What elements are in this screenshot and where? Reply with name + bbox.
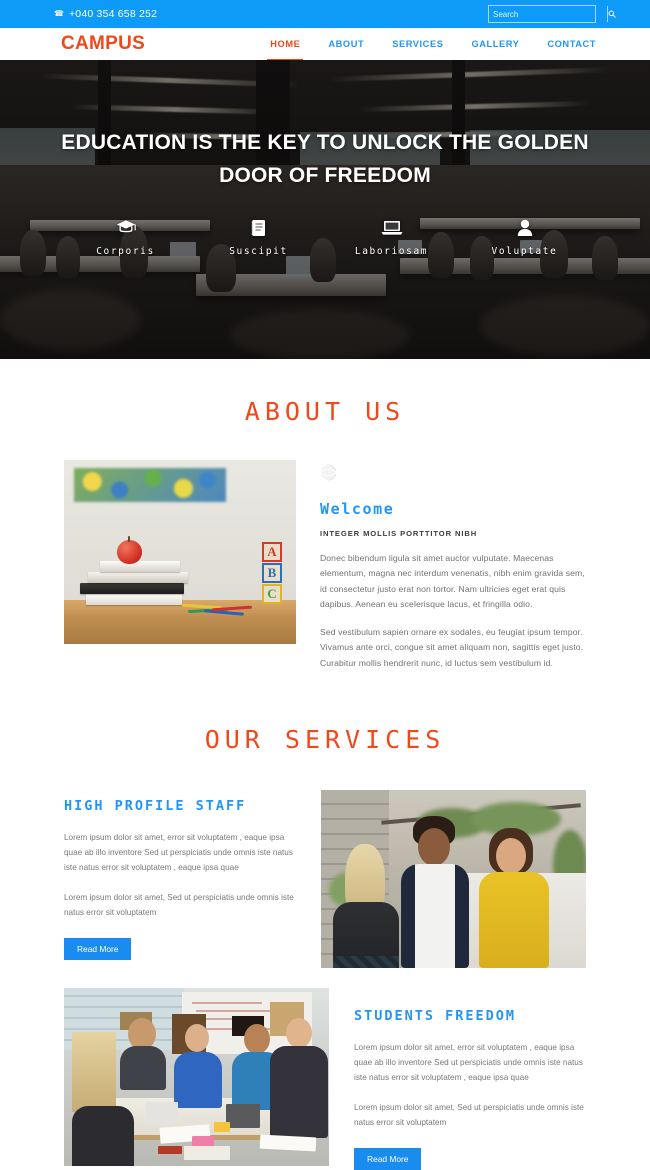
site-header: CAMPUS HOME ABOUT SERVICES GALLERY CONTA…: [0, 28, 650, 62]
abc-blocks: A B C: [262, 541, 282, 604]
hero-feature-label: Suscipit: [229, 246, 288, 258]
phone-icon: ☎: [54, 9, 64, 18]
hero-feature-voluptate[interactable]: Voluptate: [458, 219, 591, 257]
hero-feature-label: Laboriosam: [354, 246, 429, 258]
service-paragraph: Lorem ipsum dolor sit amet, error sit vo…: [354, 1043, 583, 1083]
hero-feature-label: Corporis: [96, 246, 155, 258]
service-paragraph: Lorem ipsum dolor sit amet, Sed ut persp…: [354, 1102, 584, 1127]
service-image: [64, 988, 329, 1167]
service-image: [321, 790, 586, 969]
hero-title: EDUCATION IS THE KEY TO UNLOCK THE GOLDE…: [61, 131, 589, 187]
nav-item-services[interactable]: SERVICES: [392, 28, 443, 60]
search-input[interactable]: [489, 6, 607, 22]
search-icon: [608, 10, 616, 18]
book-icon: [192, 219, 325, 239]
block-letter: B: [262, 563, 282, 583]
nav-item-home[interactable]: HOME: [267, 28, 304, 62]
about-section-title: ABOUT US: [244, 397, 406, 426]
hero-feature-label: Voluptate: [491, 246, 558, 258]
about-heading: Welcome: [320, 500, 395, 518]
about-paragraph: Sed vestibulum sapien ornare ex sodales,…: [320, 627, 584, 668]
hero-feature-list: Corporis Suscipit Laboriosam Voluptate: [0, 219, 650, 257]
nav-item-about[interactable]: ABOUT: [328, 28, 364, 60]
user-icon: [458, 219, 591, 239]
services-section: OUR SERVICES HIGH PROFILE STAFF Lorem ip…: [0, 671, 650, 1170]
phone-number: +040 354 658 252: [68, 8, 158, 20]
nav-item-contact[interactable]: CONTACT: [547, 28, 596, 60]
hero-banner: EDUCATION IS THE KEY TO UNLOCK THE GOLDE…: [0, 60, 650, 359]
read-more-button[interactable]: Read More: [64, 937, 132, 960]
apple-shape: [117, 536, 142, 564]
phone-contact: ☎ +040 354 658 252: [54, 8, 157, 20]
service-item-students-freedom: STUDENTS FREEDOM Lorem ipsum dolor sit a…: [0, 988, 650, 1170]
hero-feature-suscipit[interactable]: Suscipit: [192, 219, 325, 257]
search-button[interactable]: [607, 6, 616, 22]
read-more-button[interactable]: Read More: [354, 1147, 422, 1170]
hero-feature-corporis[interactable]: Corporis: [59, 219, 192, 257]
about-paragraph: Donec bibendum ligula sit amet auctor vu…: [320, 553, 585, 609]
nav-item-gallery[interactable]: GALLERY: [471, 28, 519, 60]
top-bar: ☎ +040 354 658 252: [0, 0, 650, 28]
block-letter: A: [262, 542, 282, 562]
about-section: ABOUT US A B C Welcome INTEGER MOLLIS PO…: [0, 359, 650, 671]
about-subheading: INTEGER MOLLIS PORTTITOR NIBH: [320, 529, 478, 538]
site-logo[interactable]: CAMPUS: [61, 33, 145, 55]
service-title: STUDENTS FREEDOM: [354, 1008, 517, 1025]
services-section-title: OUR SERVICES: [204, 725, 446, 755]
hero-feature-laboriosam[interactable]: Laboriosam: [325, 219, 458, 257]
graduation-cap-icon: [59, 219, 192, 239]
main-navigation: HOME ABOUT SERVICES GALLERY CONTACT: [267, 28, 596, 62]
laptop-icon: [325, 219, 458, 239]
service-title: HIGH PROFILE STAFF: [64, 798, 247, 815]
globe-icon: [310, 464, 586, 486]
block-letter: C: [262, 584, 282, 604]
service-paragraph: Lorem ipsum dolor sit amet, Sed ut persp…: [64, 892, 294, 917]
service-item-high-profile-staff: HIGH PROFILE STAFF Lorem ipsum dolor sit…: [0, 790, 650, 969]
search-box[interactable]: [488, 5, 616, 23]
service-paragraph: Lorem ipsum dolor sit amet, error sit vo…: [64, 833, 293, 873]
about-image: A B C: [64, 460, 296, 644]
